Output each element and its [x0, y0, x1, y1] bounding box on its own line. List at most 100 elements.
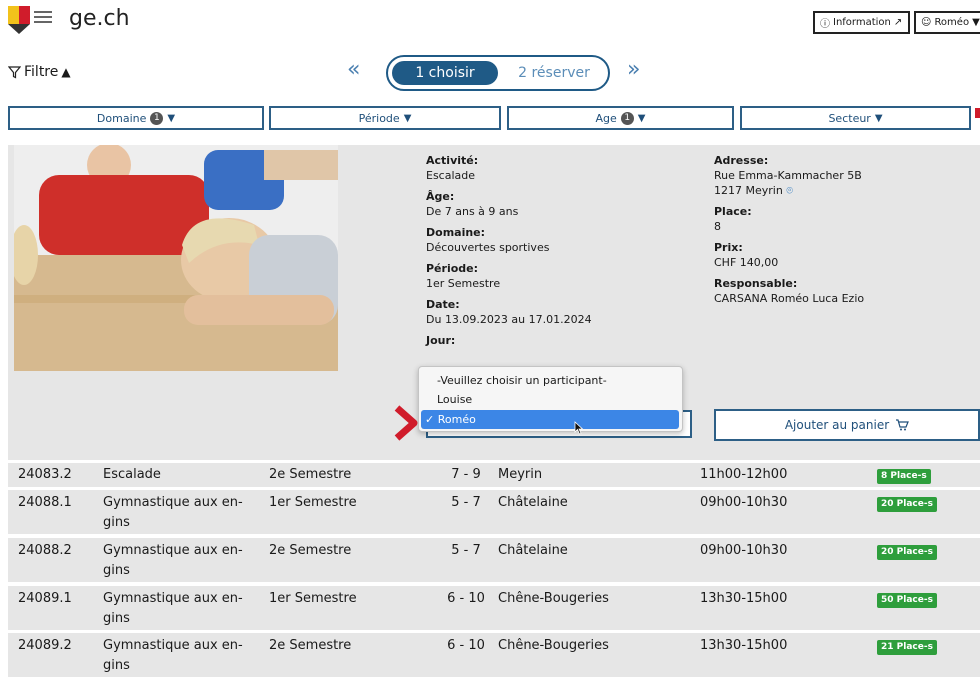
chevron-down-icon: ▼ — [167, 112, 176, 124]
participant-option-romeo[interactable]: ✓ Roméo — [421, 410, 679, 429]
row-activity-cont: gins — [103, 563, 130, 578]
booking-stepper: 1 choisir 2 réserver — [386, 55, 610, 91]
responsable-value: CARSANA Roméo Luca Ezio — [714, 292, 865, 305]
ge-logo[interactable] — [8, 6, 56, 36]
activity-info-column: Activité: Escalade Âge: De 7 ans à 9 ans… — [426, 153, 686, 348]
places-badge: 20 Place-s — [877, 545, 937, 560]
row-id: 24089.1 — [18, 591, 72, 606]
row-activity: Gymnastique aux en- — [103, 543, 243, 558]
row-activity-cont: gins — [103, 515, 130, 530]
places-badge: 20 Place-s — [877, 497, 937, 512]
row-activity: Escalade — [103, 467, 161, 482]
row-age: 5 - 7 — [451, 495, 481, 510]
domaine-filter[interactable]: Domaine 1 ▼ — [8, 106, 264, 130]
row-id: 24088.2 — [18, 543, 72, 558]
row-age: 5 - 7 — [451, 543, 481, 558]
places-badge: 21 Place-s — [877, 640, 937, 655]
row-id: 24089.2 — [18, 638, 72, 653]
periode-filter[interactable]: Période ▼ — [269, 106, 501, 130]
chevron-down-icon: ▼ — [972, 17, 980, 28]
age-filter[interactable]: Age 1 ▼ — [507, 106, 734, 130]
age-value: De 7 ans à 9 ans — [426, 205, 519, 218]
table-row[interactable]: 24089.2 Gymnastique aux en- gins 2e Seme… — [8, 633, 980, 677]
row-place: Meyrin — [498, 467, 543, 482]
site-title[interactable]: ge.ch — [69, 6, 130, 31]
table-row[interactable]: 24088.1 Gymnastique aux en- gins 1er Sem… — [8, 490, 980, 534]
table-row[interactable]: 24088.2 Gymnastique aux en- gins 2e Seme… — [8, 538, 980, 582]
table-row[interactable]: 24089.1 Gymnastique aux en- gins 1er Sem… — [8, 586, 980, 630]
information-label: Information — [833, 17, 891, 28]
place-value: 8 — [714, 220, 721, 233]
row-period: 2e Semestre — [269, 638, 352, 653]
domaine-label: Domaine — [96, 111, 147, 125]
next-step-icon[interactable]: » — [627, 57, 640, 82]
filter-icon — [8, 65, 21, 78]
domaine-detail-label: Domaine: — [426, 226, 486, 239]
age-label: Age — [595, 111, 617, 125]
cart-icon — [896, 419, 910, 431]
row-place: Châtelaine — [498, 543, 568, 558]
mouse-cursor-icon — [574, 421, 584, 435]
row-period: 2e Semestre — [269, 543, 352, 558]
age-detail-label: Âge: — [426, 190, 455, 203]
chevron-down-icon: ▼ — [637, 112, 646, 124]
chevron-down-icon: ▼ — [403, 112, 412, 124]
age-count-badge: 1 — [620, 111, 634, 125]
participant-option-placeholder[interactable]: -Veuillez choisir un participant- — [421, 371, 679, 390]
map-pin-icon[interactable]: ⌾ — [786, 184, 793, 197]
adresse-label: Adresse: — [714, 154, 769, 167]
prix-value: CHF 140,00 — [714, 256, 779, 269]
jour-label: Jour: — [426, 334, 456, 347]
row-age: 6 - 10 — [447, 591, 485, 606]
user-menu-button[interactable]: ☺ Roméo ▼ — [914, 11, 980, 34]
domaine-value: Découvertes sportives — [426, 241, 550, 254]
previous-step-icon[interactable]: « — [347, 57, 360, 82]
row-activity: Gymnastique aux en- — [103, 638, 243, 653]
row-time: 13h30-15h00 — [700, 591, 788, 606]
row-id: 24083.2 — [18, 467, 72, 482]
domaine-count-badge: 1 — [150, 111, 164, 125]
activite-label: Activité: — [426, 154, 479, 167]
date-label: Date: — [426, 298, 460, 311]
filter-toggle[interactable]: Filtre ▲ — [8, 64, 71, 80]
secteur-filter[interactable]: Secteur ▼ — [740, 106, 971, 130]
user-icon: ☺ — [921, 17, 932, 28]
row-activity-cont: gins — [103, 658, 130, 673]
activity-photo — [14, 145, 338, 371]
step-choisir[interactable]: 1 choisir — [392, 61, 498, 85]
chevron-down-icon: ▼ — [874, 112, 883, 124]
places-badge: 8 Place-s — [877, 469, 931, 484]
location-info-column: Adresse: Rue Emma-Kammacher 5B 1217 Meyr… — [714, 153, 964, 306]
filter-label: Filtre — [24, 64, 59, 80]
adresse-line2: 1217 Meyrin — [714, 184, 783, 197]
periode-value: 1er Semestre — [426, 277, 501, 290]
checkmark-icon: ✓ — [425, 413, 435, 426]
row-age: 6 - 10 — [447, 638, 485, 653]
red-pointer-arrow-icon — [394, 405, 418, 441]
periode-detail-label: Période: — [426, 262, 479, 275]
reset-filter-marker[interactable] — [975, 108, 980, 118]
row-period: 1er Semestre — [269, 591, 357, 606]
row-place: Chêne-Bougeries — [498, 638, 609, 653]
info-icon: ⓘ — [820, 19, 830, 30]
place-label: Place: — [714, 205, 752, 218]
row-time: 11h00-12h00 — [700, 467, 788, 482]
participant-dropdown-list: -Veuillez choisir un participant- Louise… — [418, 366, 683, 432]
row-period: 1er Semestre — [269, 495, 357, 510]
row-time: 09h00-10h30 — [700, 543, 788, 558]
row-place: Châtelaine — [498, 495, 568, 510]
row-id: 24088.1 — [18, 495, 72, 510]
row-activity-cont: gins — [103, 611, 130, 626]
step-reserver[interactable]: 2 réserver — [504, 61, 604, 85]
row-period: 2e Semestre — [269, 467, 352, 482]
row-activity: Gymnastique aux en- — [103, 591, 243, 606]
user-name: Roméo — [934, 17, 970, 28]
row-place: Chêne-Bougeries — [498, 591, 609, 606]
external-link-icon: ↗ — [893, 17, 903, 28]
periode-label: Période — [358, 111, 400, 125]
participant-option-louise[interactable]: Louise — [421, 390, 679, 409]
information-button[interactable]: ⓘ Information ↗ — [813, 11, 910, 34]
add-to-cart-button[interactable]: Ajouter au panier — [714, 409, 980, 441]
table-row[interactable]: 24083.2 Escalade 2e Semestre 7 - 9 Meyri… — [8, 463, 980, 487]
adresse-line1: Rue Emma-Kammacher 5B — [714, 169, 862, 182]
